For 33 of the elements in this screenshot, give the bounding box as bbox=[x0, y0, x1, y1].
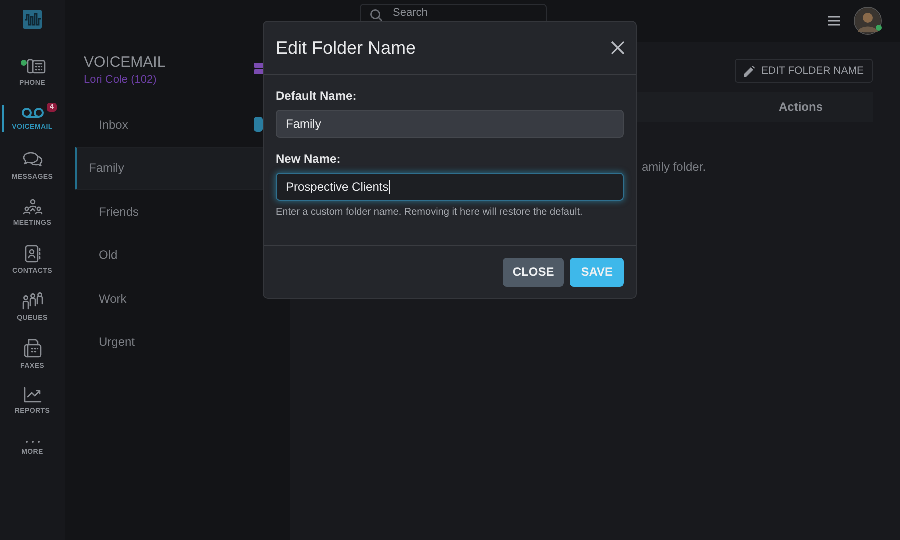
chart-icon bbox=[24, 386, 42, 402]
section-title: VOICEMAIL bbox=[84, 54, 166, 71]
close-button[interactable]: CLOSE bbox=[502, 258, 564, 286]
pencil-icon bbox=[744, 66, 754, 76]
folder-item[interactable]: Friends bbox=[75, 190, 263, 234]
column-header: Actions bbox=[778, 100, 823, 114]
folder-item[interactable]: Work bbox=[75, 277, 263, 320]
logo-icon bbox=[23, 10, 42, 29]
field-label: Default Name: bbox=[276, 89, 358, 103]
field-label: New Name: bbox=[276, 152, 342, 166]
input-field[interactable]: Prospective Clients bbox=[276, 173, 624, 201]
text-cursor bbox=[389, 180, 390, 194]
close-icon[interactable] bbox=[611, 41, 625, 55]
folder-item[interactable]: Family bbox=[75, 146, 263, 190]
voicemail-icon bbox=[22, 106, 44, 118]
help-text: Enter a custom folder name. Removing it here will restore the default. bbox=[276, 207, 584, 218]
chat-bubbles-icon bbox=[22, 150, 44, 168]
menu-icon[interactable] bbox=[828, 16, 840, 26]
empty-message: amily folder. bbox=[642, 160, 706, 174]
avatar[interactable] bbox=[854, 7, 882, 35]
folder-item[interactable]: Urgent bbox=[75, 320, 263, 364]
dialog-title: Edit Folder Name bbox=[276, 38, 416, 58]
more-icon bbox=[24, 440, 40, 444]
phone-icon bbox=[20, 56, 46, 74]
search-icon bbox=[370, 9, 383, 22]
group-icon bbox=[22, 292, 44, 310]
user-name: Lori Cole (102) bbox=[84, 74, 158, 86]
edit-folder-name-button[interactable]: EDIT FOLDER NAME bbox=[734, 59, 873, 83]
address-book-icon bbox=[24, 244, 42, 262]
folder-item[interactable]: Old bbox=[75, 234, 263, 277]
people-icon bbox=[22, 198, 42, 214]
fax-icon bbox=[24, 338, 42, 358]
folder-item[interactable]: Inbox bbox=[75, 103, 263, 146]
